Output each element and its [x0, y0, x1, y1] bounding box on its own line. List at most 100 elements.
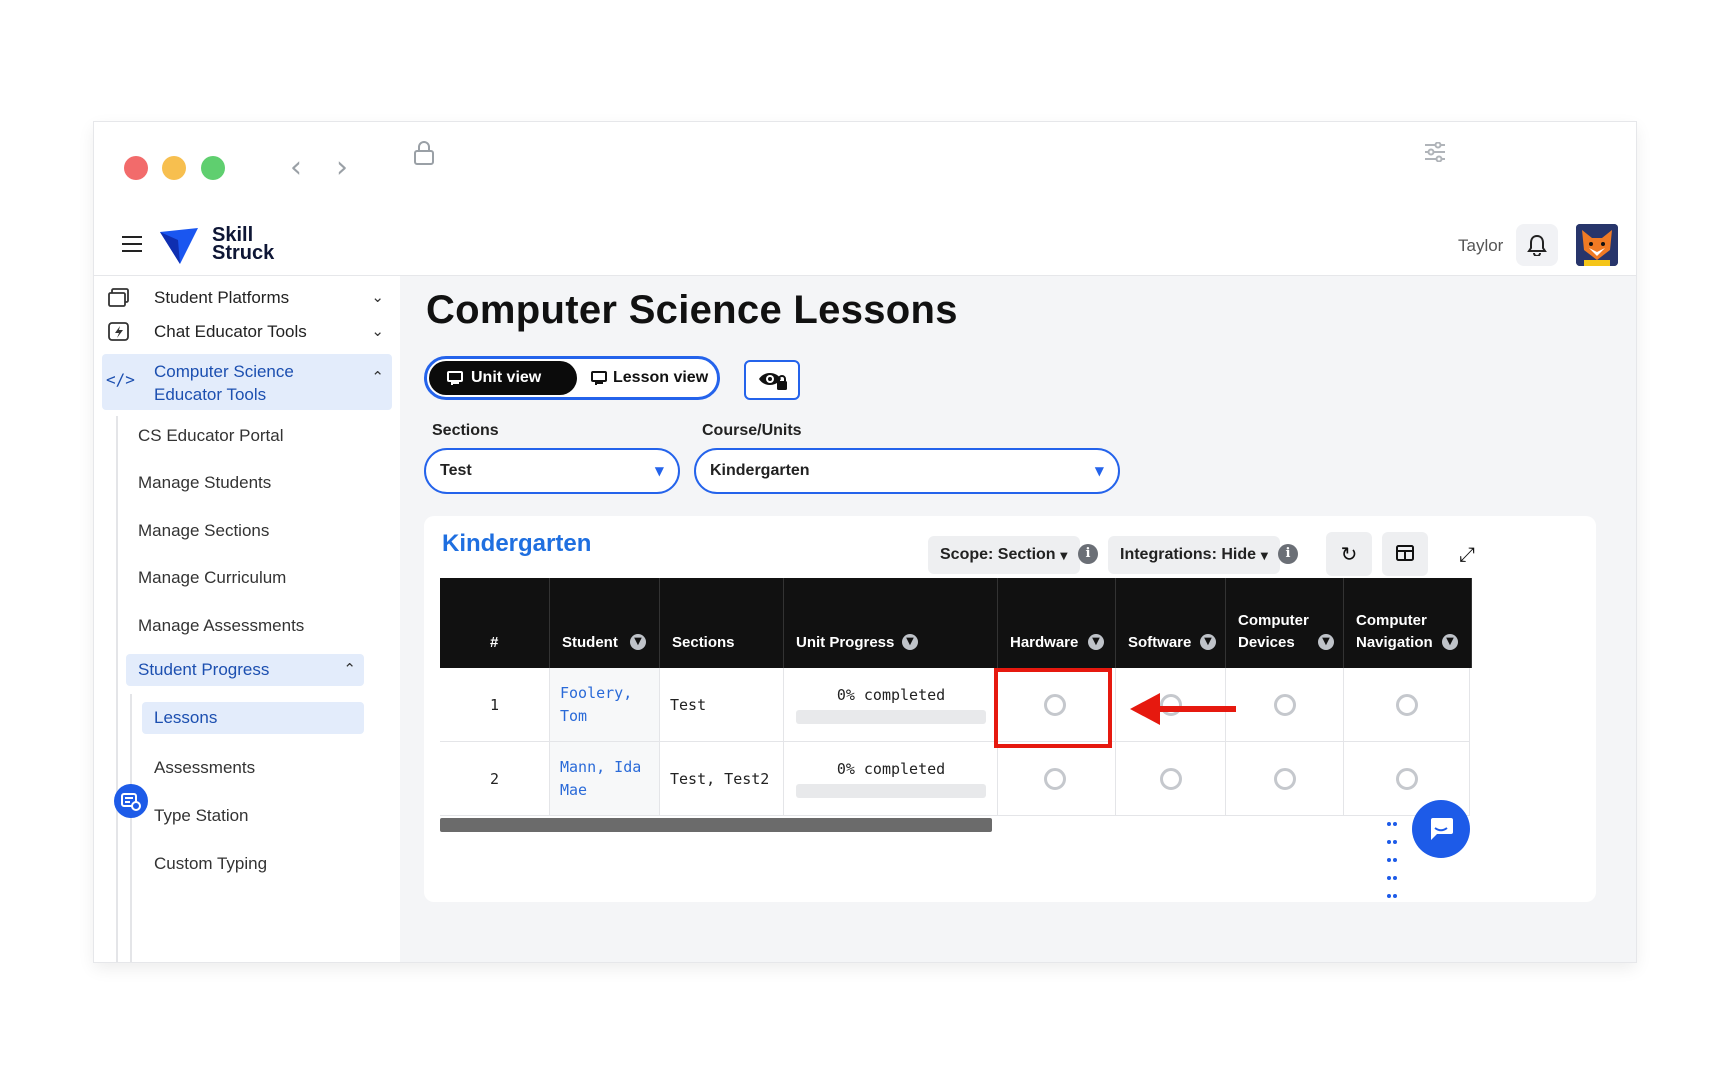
window-stack-icon: [108, 288, 129, 307]
refresh-button[interactable]: ↻: [1326, 532, 1372, 576]
sort-icon[interactable]: ▼: [630, 634, 646, 650]
visibility-lock-button[interactable]: [744, 360, 800, 400]
status-radio[interactable]: [1396, 694, 1418, 716]
status-radio[interactable]: [1044, 768, 1066, 790]
sidebar-item-type-station[interactable]: Type Station: [154, 806, 249, 826]
integrations-dropdown[interactable]: Integrations: Hide ▼: [1108, 536, 1281, 574]
course-units-label: Course/Units: [702, 422, 802, 439]
sidebar-item-assessments[interactable]: Assessments: [154, 758, 255, 778]
table-cell-sections: Test, Test2: [660, 742, 784, 816]
info-icon[interactable]: i: [1278, 544, 1298, 564]
status-radio[interactable]: [1160, 768, 1182, 790]
table-cell-hardware[interactable]: [998, 742, 1116, 816]
floating-widget-button[interactable]: [114, 784, 148, 818]
close-window-button[interactable]: [124, 156, 148, 180]
sidebar-item-chat-educator-tools[interactable]: Chat Educator Tools ⌄: [102, 320, 392, 348]
sidebar-item-manage-students[interactable]: Manage Students: [138, 473, 271, 493]
avatar[interactable]: [1576, 224, 1618, 266]
lesson-view-tab[interactable]: Lesson view: [587, 361, 708, 395]
forward-arrow-icon[interactable]: ›: [336, 150, 348, 185]
column-header-hardware[interactable]: Hardware ▼: [998, 578, 1116, 668]
red-arrow-annotation: [1152, 706, 1236, 712]
column-header-sections[interactable]: Sections: [660, 578, 784, 668]
info-icon[interactable]: i: [1078, 544, 1098, 564]
table-icon: [1396, 545, 1414, 561]
notifications-button[interactable]: [1516, 224, 1558, 266]
table-cell-number: 2: [440, 742, 550, 816]
brand-name[interactable]: Skill Struck: [212, 225, 274, 263]
column-header-computer-devices[interactable]: Computer Devices ▼: [1226, 578, 1344, 668]
fox-avatar-icon: [1576, 224, 1618, 266]
back-arrow-icon[interactable]: ‹: [290, 150, 302, 185]
browser-window: ‹ › Skill Struck Taylor Student Platform…: [94, 122, 1636, 962]
sort-icon[interactable]: ▼: [1200, 634, 1216, 650]
caret-down-icon: ▼: [1094, 464, 1104, 478]
progress-text: 0% completed: [836, 686, 946, 704]
minimize-window-button[interactable]: [162, 156, 186, 180]
view-toggle[interactable]: Unit view Lesson view: [424, 356, 720, 400]
progress-table: # Student ▼ Sections Unit Progress ▼ Hardw…: [440, 578, 1472, 818]
table-cell-computer-navigation[interactable]: [1344, 668, 1470, 742]
chat-button[interactable]: [1412, 800, 1470, 858]
drag-handle-icon[interactable]: [1386, 814, 1398, 904]
menu-icon[interactable]: [122, 236, 142, 257]
column-header-software[interactable]: Software ▼: [1116, 578, 1226, 668]
student-link[interactable]: Tom: [560, 705, 659, 728]
table-cell-student[interactable]: Mann, Ida Mae: [550, 742, 660, 816]
expand-button[interactable]: ⤢: [1444, 532, 1490, 576]
student-link[interactable]: Mann, Ida: [560, 756, 659, 779]
sidebar-item-manage-sections[interactable]: Manage Sections: [138, 521, 269, 541]
chevron-down-icon: ⌄: [371, 288, 384, 306]
keyboard-icon: [121, 793, 141, 811]
course-units-select[interactable]: Kindergarten ▼: [694, 448, 1120, 494]
status-radio[interactable]: [1274, 768, 1296, 790]
sidebar-item-student-progress[interactable]: Student Progress ⌃: [126, 654, 364, 686]
sidebar-item-student-platforms[interactable]: Student Platforms ⌄: [102, 286, 392, 314]
progress-bar: [796, 710, 986, 724]
column-header-unit-progress[interactable]: Unit Progress ▼: [784, 578, 998, 668]
tree-guide-line: [130, 694, 132, 962]
student-link[interactable]: Mae: [560, 779, 659, 802]
student-link[interactable]: Foolery,: [560, 682, 659, 705]
sidebar-item-lessons[interactable]: Lessons: [142, 702, 364, 734]
sidebar-item-manage-assessments[interactable]: Manage Assessments: [138, 616, 304, 636]
table-cell-software[interactable]: [1116, 742, 1226, 816]
sort-icon[interactable]: ▼: [1442, 634, 1458, 650]
username[interactable]: Taylor: [1458, 236, 1503, 256]
progress-text: 0% completed: [836, 760, 946, 778]
sidebar-item-manage-curriculum[interactable]: Manage Curriculum: [138, 568, 286, 588]
page-title: Computer Science Lessons: [426, 288, 958, 332]
table-cell-sections: Test: [660, 668, 784, 742]
sidebar-item-custom-typing[interactable]: Custom Typing: [154, 854, 267, 874]
columns-button[interactable]: [1382, 532, 1428, 576]
bell-icon: [1527, 234, 1547, 256]
column-header-computer-navigation[interactable]: Computer Navigation ▼: [1344, 578, 1472, 668]
column-header-student[interactable]: Student ▼: [550, 578, 660, 668]
status-radio[interactable]: [1160, 694, 1182, 716]
table-cell-computer-devices[interactable]: [1226, 668, 1344, 742]
sidebar-item-cs-educator-portal[interactable]: CS Educator Portal: [138, 426, 284, 446]
tree-guide-line: [116, 416, 118, 962]
status-radio[interactable]: [1274, 694, 1296, 716]
scope-dropdown[interactable]: Scope: Section ▼: [928, 536, 1080, 574]
caret-down-icon: ▼: [1260, 551, 1269, 562]
sections-select[interactable]: Test ▼: [424, 448, 680, 494]
table-cell-computer-devices[interactable]: [1226, 742, 1344, 816]
sidebar-item-computer-science-educator-tools[interactable]: </> Computer Science Educator Tools ⌃: [102, 354, 392, 410]
refresh-icon: ↻: [1340, 542, 1358, 566]
maximize-window-button[interactable]: [201, 156, 225, 180]
status-radio[interactable]: [1396, 768, 1418, 790]
settings-sliders-icon[interactable]: [1424, 142, 1446, 162]
sort-icon[interactable]: ▼: [1318, 634, 1334, 650]
table-cell-student[interactable]: Foolery, Tom: [550, 668, 660, 742]
chevron-up-icon: ⌃: [343, 660, 356, 678]
column-header-number[interactable]: #: [440, 578, 550, 668]
caret-down-icon: ▼: [1060, 551, 1068, 562]
main-content: Computer Science Lessons Unit view Lesso…: [400, 276, 1636, 962]
caret-down-icon: ▼: [654, 464, 664, 478]
sort-icon[interactable]: ▼: [902, 634, 918, 650]
code-icon: </>: [106, 370, 135, 389]
horizontal-scrollbar[interactable]: [440, 818, 992, 832]
unit-view-tab[interactable]: Unit view: [429, 361, 577, 395]
sort-icon[interactable]: ▼: [1088, 634, 1104, 650]
